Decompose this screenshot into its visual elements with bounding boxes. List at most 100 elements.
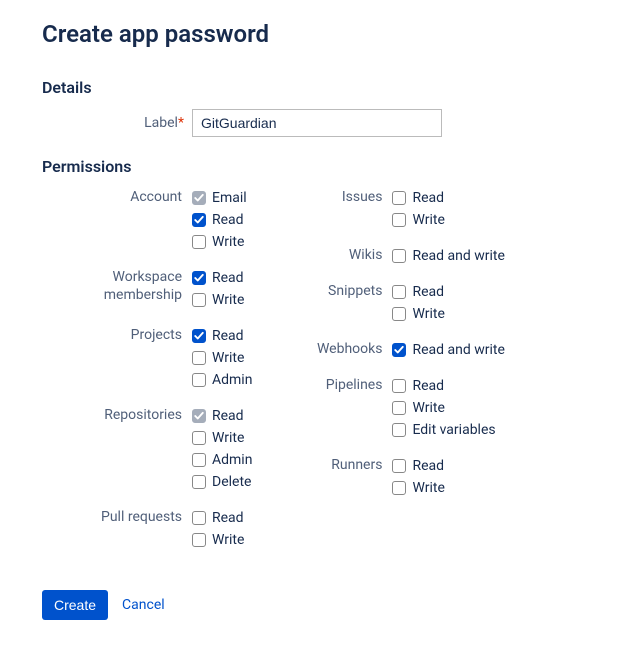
checkbox-runners-write[interactable] <box>392 481 406 495</box>
label-field-label: Label* <box>42 115 192 131</box>
perm-option-repositories-write: Write <box>192 428 252 448</box>
perm-options-workspace-membership: ReadWrite <box>192 268 244 310</box>
perm-group-label-webhooks: Webhooks <box>312 340 392 359</box>
perm-options-account: EmailReadWrite <box>192 188 247 252</box>
checkbox-projects-admin[interactable] <box>192 373 206 387</box>
create-button[interactable]: Create <box>42 590 108 620</box>
checkbox-account-read[interactable] <box>192 213 206 227</box>
checkbox-repositories-read <box>192 409 206 423</box>
perm-option-pull-requests-write: Write <box>192 530 244 550</box>
perm-group-workspace-membership: Workspace membershipReadWrite <box>42 268 252 310</box>
checkbox-label-pull-requests-read: Read <box>212 508 244 528</box>
perm-options-webhooks: Read and write <box>392 340 504 360</box>
checkbox-projects-read[interactable] <box>192 329 206 343</box>
perm-group-issues: IssuesReadWrite <box>312 188 504 230</box>
perm-option-repositories-delete: Delete <box>192 472 252 492</box>
checkbox-webhooks-read-and-write[interactable] <box>392 343 406 357</box>
checkbox-pull-requests-read[interactable] <box>192 511 206 525</box>
section-permissions: Permissions <box>42 157 636 176</box>
checkbox-label-workspace-membership-read: Read <box>212 268 244 288</box>
perm-option-runners-read: Read <box>392 456 444 476</box>
checkbox-label-workspace-membership-write: Write <box>212 290 244 310</box>
checkbox-label-runners-read: Read <box>412 456 444 476</box>
perm-group-webhooks: Webhooks Read and write <box>312 340 504 360</box>
perm-group-repositories: RepositoriesReadWriteAdminDelete <box>42 406 252 492</box>
checkbox-repositories-admin[interactable] <box>192 453 206 467</box>
perm-group-label-pipelines: Pipelines <box>312 376 392 395</box>
permissions-column-right: IssuesReadWriteWikisRead and writeSnippe… <box>312 188 504 566</box>
checkbox-label-repositories-write: Write <box>212 428 244 448</box>
perm-option-repositories-read: Read <box>192 406 252 426</box>
perm-option-account-email: Email <box>192 188 247 208</box>
checkbox-label-account-read: Read <box>212 210 244 230</box>
checkbox-issues-read[interactable] <box>392 191 406 205</box>
perm-option-pipelines-write: Write <box>392 398 495 418</box>
checkbox-snippets-read[interactable] <box>392 285 406 299</box>
checkbox-pipelines-write[interactable] <box>392 401 406 415</box>
checkbox-label-issues-write: Write <box>412 210 444 230</box>
perm-group-label-runners: Runners <box>312 456 392 475</box>
perm-options-runners: ReadWrite <box>392 456 444 498</box>
checkbox-label-repositories-read: Read <box>212 406 244 426</box>
perm-option-webhooks-read-and-write: Read and write <box>392 340 504 360</box>
checkbox-label-pull-requests-write: Write <box>212 530 244 550</box>
checkbox-label-pipelines-read: Read <box>412 376 444 396</box>
checkbox-account-write[interactable] <box>192 235 206 249</box>
perm-option-snippets-read: Read <box>392 282 444 302</box>
perm-group-label-repositories: Repositories <box>42 406 192 425</box>
perm-option-issues-read: Read <box>392 188 444 208</box>
page-title: Create app password <box>42 20 636 48</box>
perm-group-wikis: Wikis Read and write <box>312 246 504 266</box>
checkbox-label-snippets-write: Write <box>412 304 444 324</box>
checkbox-workspace-membership-write[interactable] <box>192 293 206 307</box>
label-input[interactable] <box>192 109 442 137</box>
perm-options-pipelines: ReadWriteEdit variables <box>392 376 495 440</box>
checkbox-label-runners-write: Write <box>412 478 444 498</box>
perm-option-pipelines-read: Read <box>392 376 495 396</box>
perm-option-workspace-membership-write: Write <box>192 290 244 310</box>
checkbox-label-webhooks-read-and-write: Read and write <box>412 340 504 360</box>
perm-option-account-read: Read <box>192 210 247 230</box>
perm-group-snippets: SnippetsReadWrite <box>312 282 504 324</box>
perm-options-wikis: Read and write <box>392 246 504 266</box>
perm-option-runners-write: Write <box>392 478 444 498</box>
perm-options-projects: ReadWriteAdmin <box>192 326 252 390</box>
perm-option-wikis-read-and-write: Read and write <box>392 246 504 266</box>
perm-option-projects-write: Write <box>192 348 252 368</box>
cancel-link[interactable]: Cancel <box>122 597 165 613</box>
perm-group-label-projects: Projects <box>42 326 192 345</box>
checkbox-workspace-membership-read[interactable] <box>192 271 206 285</box>
checkbox-label-pipelines-edit-variables: Edit variables <box>412 420 495 440</box>
checkbox-issues-write[interactable] <box>392 213 406 227</box>
perm-group-pipelines: PipelinesReadWriteEdit variables <box>312 376 504 440</box>
checkbox-label-account-email: Email <box>212 188 247 208</box>
perm-group-label-workspace-membership: Workspace membership <box>42 268 192 304</box>
checkbox-pipelines-edit-variables[interactable] <box>392 423 406 437</box>
perm-option-pipelines-edit-variables: Edit variables <box>392 420 495 440</box>
checkbox-projects-write[interactable] <box>192 351 206 365</box>
checkbox-repositories-delete[interactable] <box>192 475 206 489</box>
checkbox-account-email <box>192 191 206 205</box>
perm-option-snippets-write: Write <box>392 304 444 324</box>
checkbox-label-projects-read: Read <box>212 326 244 346</box>
checkbox-runners-read[interactable] <box>392 459 406 473</box>
checkbox-label-snippets-read: Read <box>412 282 444 302</box>
checkbox-wikis-read-and-write[interactable] <box>392 249 406 263</box>
checkbox-pipelines-read[interactable] <box>392 379 406 393</box>
checkbox-repositories-write[interactable] <box>192 431 206 445</box>
perm-group-label-issues: Issues <box>312 188 392 207</box>
checkbox-pull-requests-write[interactable] <box>192 533 206 547</box>
checkbox-label-pipelines-write: Write <box>412 398 444 418</box>
perm-option-workspace-membership-read: Read <box>192 268 244 288</box>
perm-option-projects-read: Read <box>192 326 252 346</box>
perm-option-projects-admin: Admin <box>192 370 252 390</box>
checkbox-label-projects-write: Write <box>212 348 244 368</box>
perm-options-snippets: ReadWrite <box>392 282 444 324</box>
perm-options-repositories: ReadWriteAdminDelete <box>192 406 252 492</box>
perm-group-label-wikis: Wikis <box>312 246 392 265</box>
checkbox-label-wikis-read-and-write: Read and write <box>412 246 504 266</box>
perm-group-projects: ProjectsReadWriteAdmin <box>42 326 252 390</box>
perm-option-account-write: Write <box>192 232 247 252</box>
perm-group-label-pull-requests: Pull requests <box>42 508 192 527</box>
checkbox-snippets-write[interactable] <box>392 307 406 321</box>
